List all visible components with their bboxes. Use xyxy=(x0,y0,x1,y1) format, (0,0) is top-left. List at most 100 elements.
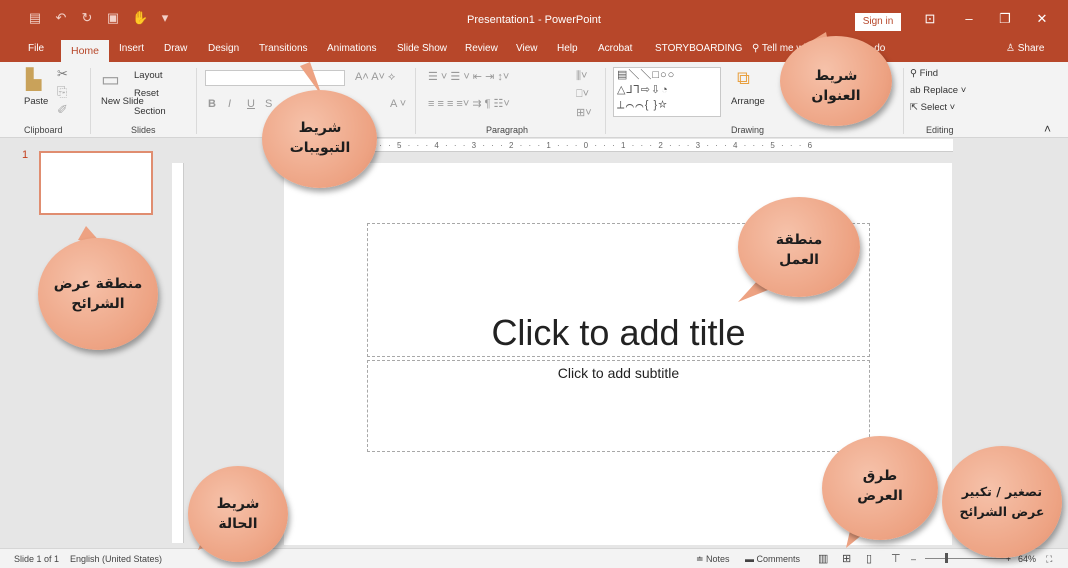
tab-acrobat[interactable]: Acrobat xyxy=(598,43,632,54)
reading-view-icon[interactable]: ▯ xyxy=(866,552,872,565)
select-button[interactable]: ⇱ Select ˅ xyxy=(910,102,955,113)
tab-review[interactable]: Review xyxy=(465,43,498,54)
copy-icon[interactable]: ⎘ xyxy=(57,84,67,100)
callout-slides-area-text: منطقة عرض الشرائح xyxy=(53,276,143,312)
minimize-icon[interactable]: – xyxy=(959,11,979,26)
normal-view-icon[interactable]: ▥ xyxy=(818,552,828,565)
paste-icon[interactable]: ▙ xyxy=(26,67,41,92)
section-button[interactable]: Section xyxy=(134,106,166,117)
tab-home[interactable]: Home xyxy=(61,40,110,62)
paragraph-group-label: Paragraph xyxy=(486,125,529,135)
format-painter-icon[interactable]: ✐ xyxy=(57,102,68,118)
font-size-icons[interactable]: A˄ A˅ ⟡ xyxy=(355,71,395,84)
replace-label: Replace xyxy=(923,85,959,96)
tab-storyboarding[interactable]: STORYBOARDING xyxy=(655,43,742,54)
ribbon-home: ▙ Paste ✂ ⎘ ✐ Clipboard ▭ New Slide Layo… xyxy=(0,62,1068,138)
lightbulb-icon: ⚲ xyxy=(752,43,762,54)
arrange-button[interactable]: Arrange xyxy=(731,96,765,107)
share-button[interactable]: ♙ Share xyxy=(1006,43,1044,54)
tab-transitions[interactable]: Transitions xyxy=(259,43,308,54)
comment-icon: ▬ xyxy=(745,554,757,564)
paste-button[interactable]: Paste xyxy=(24,96,48,107)
callout-status-bar-text: شريط الحالة xyxy=(216,496,260,532)
callout-zoom-text: تصغير / تكبير عرض الشرائح xyxy=(959,484,1045,519)
vertical-ruler xyxy=(172,163,184,543)
fit-to-window-icon[interactable]: ⛶ xyxy=(1046,554,1052,565)
zoom-out-icon[interactable]: – xyxy=(911,554,916,564)
ribbon-tabs: File Home Insert Draw Design Transitions… xyxy=(0,40,1068,62)
sign-in-button[interactable]: Sign in xyxy=(855,13,901,31)
tab-design[interactable]: Design xyxy=(208,43,239,54)
group-divider xyxy=(196,68,197,134)
status-bar: Slide 1 of 1 English (United States) ≐ N… xyxy=(0,548,1068,568)
cut-icon[interactable]: ✂ xyxy=(57,66,68,82)
slides-group-label: Slides xyxy=(131,125,156,135)
tab-animations[interactable]: Animations xyxy=(327,43,376,54)
thumbnail-number: 1 xyxy=(22,149,29,161)
text-direction-icon[interactable]: ⫼˅ xyxy=(576,70,587,83)
callout-tabs-bar-text: شريط التبويبات xyxy=(289,120,351,156)
notes-button[interactable]: ≐ Notes xyxy=(696,554,730,565)
callout-view-modes-text: طرق العرض xyxy=(857,468,903,504)
shapes-gallery[interactable]: ▤＼＼□○○ △⅃⅂⇨⇩◔ ⟂⌒⌒{ }☆ xyxy=(613,67,721,117)
slide-thumbnail[interactable] xyxy=(39,151,153,215)
font-color-icon[interactable]: A ˅ xyxy=(390,98,406,110)
drawing-group-label: Drawing xyxy=(731,125,765,135)
share-icon: ♙ xyxy=(1006,43,1018,54)
find-label: Find xyxy=(919,68,939,79)
notes-icon: ≐ xyxy=(696,554,707,564)
powerpoint-window: ▤ ↶ ↻ ▣ ✋ ▾ Presentation1 - PowerPoint S… xyxy=(0,0,1068,568)
title-bar: ▤ ↶ ↻ ▣ ✋ ▾ Presentation1 - PowerPoint S… xyxy=(0,0,1068,40)
tab-help[interactable]: Help xyxy=(557,43,578,54)
callout-title-bar-text: شريط العنوان xyxy=(811,68,861,104)
editing-group-label: Editing xyxy=(926,125,954,135)
collapse-ribbon-icon[interactable]: ˄ xyxy=(1044,122,1051,136)
underline-button[interactable]: U xyxy=(247,98,255,110)
tab-file[interactable]: File xyxy=(28,43,44,54)
select-icon: ⇱ xyxy=(910,102,921,113)
smartart-icon[interactable]: ⊞˅ xyxy=(576,106,592,119)
slide-info: Slide 1 of 1 xyxy=(14,554,60,564)
bold-button[interactable]: B xyxy=(208,98,216,110)
clipboard-group-label: Clipboard xyxy=(24,125,63,135)
comments-button[interactable]: ▬ Comments xyxy=(745,554,800,564)
strike-button[interactable]: S xyxy=(265,98,272,110)
group-divider xyxy=(605,68,606,134)
zoom-slider[interactable] xyxy=(925,558,1010,559)
tab-draw[interactable]: Draw xyxy=(164,43,187,54)
slide-sorter-icon[interactable]: ⊞ xyxy=(842,552,851,565)
restore-icon[interactable]: ❐ xyxy=(995,11,1015,27)
language-status[interactable]: English (United States) xyxy=(70,554,162,564)
window-title: Presentation1 - PowerPoint xyxy=(467,14,601,26)
slideshow-view-icon[interactable]: ⊤ xyxy=(891,552,901,565)
ribbon-display-icon[interactable]: ⊡ xyxy=(920,11,940,27)
list-icons[interactable]: ☰ ˅ ☰ ˅ ⇤ ⇥ ↕˅ xyxy=(428,70,509,83)
replace-icon: ab xyxy=(910,85,924,96)
tab-view[interactable]: View xyxy=(516,43,538,54)
align-icons[interactable]: ≡ ≡ ≡ ≡˅ ⇉ ¶ ☷˅ xyxy=(428,97,510,110)
zoom-slider-thumb[interactable] xyxy=(945,553,948,563)
font-name-box[interactable] xyxy=(205,70,345,86)
horizontal-ruler: 8 · · · 7 · · · 6 · · · 5 · · · 4 · · · … xyxy=(285,139,953,152)
find-button[interactable]: ⚲ Find xyxy=(910,68,938,79)
notes-label: Notes xyxy=(706,554,730,564)
tab-slide-show[interactable]: Slide Show xyxy=(397,43,447,54)
tab-insert[interactable]: Insert xyxy=(119,43,144,54)
comments-label: Comments xyxy=(756,554,801,564)
callout-work-area-text: منطقة العمل xyxy=(775,232,823,268)
group-divider xyxy=(903,68,904,134)
group-divider xyxy=(415,68,416,134)
share-label: Share xyxy=(1017,43,1045,54)
subtitle-placeholder[interactable]: Click to add subtitle xyxy=(367,360,870,452)
replace-button[interactable]: ab Replace ˅ xyxy=(910,85,966,96)
select-label: Select xyxy=(920,102,948,113)
reset-button[interactable]: Reset xyxy=(134,88,159,99)
group-divider xyxy=(90,68,91,134)
layout-button[interactable]: Layout xyxy=(134,70,163,81)
italic-button[interactable]: I xyxy=(228,98,231,110)
align-text-icon[interactable]: ⎕˅ xyxy=(576,88,589,101)
new-slide-icon[interactable]: ▭ xyxy=(101,67,120,92)
close-icon[interactable]: ✕ xyxy=(1032,11,1052,27)
arrange-icon[interactable]: ⧉ xyxy=(737,68,750,89)
zoom-level[interactable]: 64% xyxy=(1018,554,1036,564)
